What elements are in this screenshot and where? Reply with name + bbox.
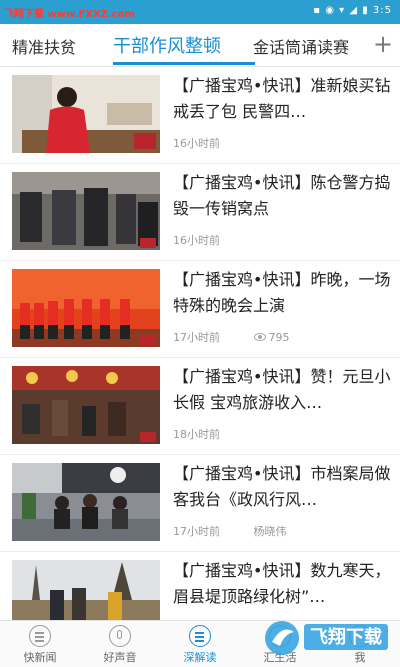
add-channel-button[interactable]: + (366, 24, 400, 66)
news-time: 17小时前 (173, 525, 220, 538)
list-item[interactable]: 【广播宝鸡•快讯】市档案局做客我台《政风行风… 17小时前 杨晓伟 (0, 455, 400, 552)
news-meta: 16小时前 (173, 232, 220, 248)
news-author: 杨晓伟 (253, 525, 287, 538)
nav-label: 好声音 (103, 651, 137, 664)
news-title: 【广播宝鸡•快讯】赞！元旦小长假 宝鸡旅游收入… (173, 367, 391, 412)
news-time: 18小时前 (173, 428, 220, 441)
nav-deep-read[interactable]: 深解读 (160, 625, 240, 665)
eye-icon (253, 333, 266, 341)
active-tab-indicator (113, 62, 255, 65)
nav-label: 深解读 (183, 651, 217, 664)
news-title: 【广播宝鸡•快讯】陈仓警方捣毁一传销窝点 (173, 173, 391, 218)
news-meta: 17小时前 杨晓伟 (173, 523, 287, 539)
list-item[interactable]: 【广播宝鸡•快讯】昨晚，一场特殊的晚会上演 17小时前 795 (0, 261, 400, 358)
list-item[interactable]: 【广播宝鸡•快讯】赞！元旦小长假 宝鸡旅游收入… 18小时前 (0, 358, 400, 455)
list-item[interactable]: 【广播宝鸡•快讯】数九寒天，眉县堤顶路绿化树”… (0, 552, 400, 620)
download-site-watermark-logo: 飞翔下载 (265, 621, 388, 655)
status-icons: ▪ ◉ ▾ ◢ ▮ 3:5 (313, 5, 392, 16)
channel-tabs: 精准扶贫 干部作风整顿 金话筒诵读赛 + (0, 24, 400, 67)
news-title: 【广播宝鸡•快讯】准新娘买钻戒丢了包 民警四… (173, 76, 391, 121)
news-thumbnail (12, 172, 160, 250)
tab-golden-mic[interactable]: 金话筒诵读赛 (253, 34, 357, 58)
plus-icon: + (372, 30, 394, 58)
site-watermark: 飞翔下载 www.FXXZ.com (4, 9, 135, 20)
nav-good-voice[interactable]: 好声音 (80, 625, 160, 665)
news-thumbnail (12, 560, 160, 620)
newspaper-icon (29, 625, 51, 647)
view-count: 795 (268, 331, 290, 344)
list-item[interactable]: 【广播宝鸡•快讯】准新娘买钻戒丢了包 民警四… 16小时前 (0, 67, 400, 164)
microphone-icon (109, 625, 131, 647)
news-thumbnail (12, 75, 160, 153)
news-title: 【广播宝鸡•快讯】昨晚，一场特殊的晚会上演 (173, 270, 391, 315)
list-item[interactable]: 【广播宝鸡•快讯】陈仓警方捣毁一传销窝点 16小时前 (0, 164, 400, 261)
news-meta: 18小时前 (173, 426, 220, 442)
news-thumbnail (12, 366, 160, 444)
news-title: 【广播宝鸡•快讯】市档案局做客我台《政风行风… (173, 464, 391, 509)
news-time: 16小时前 (173, 234, 220, 247)
nav-quick-news[interactable]: 快新闻 (0, 625, 80, 665)
tab-cadre-style[interactable]: 干部作风整顿 (113, 32, 221, 58)
news-thumbnail (12, 269, 160, 347)
news-title: 【广播宝鸡•快讯】数九寒天，眉县堤顶路绿化树”… (173, 561, 391, 606)
news-meta: 16小时前 (173, 135, 220, 151)
status-bar: 飞翔下载 www.FXXZ.com ▪ ◉ ▾ ◢ ▮ 3:5 (0, 0, 400, 24)
watermark-text: 飞翔下载 (310, 626, 382, 648)
news-time: 17小时前 (173, 331, 220, 344)
news-time: 16小时前 (173, 137, 220, 150)
tab-poverty-alleviation[interactable]: 精准扶贫 (12, 34, 76, 58)
menu-lines-icon (189, 625, 211, 647)
news-thumbnail (12, 463, 160, 541)
news-list: 【广播宝鸡•快讯】准新娘买钻戒丢了包 民警四… 16小时前 【广播宝鸡•快讯】陈… (0, 67, 400, 620)
nav-label: 快新闻 (23, 651, 57, 664)
news-meta: 17小时前 795 (173, 329, 290, 345)
